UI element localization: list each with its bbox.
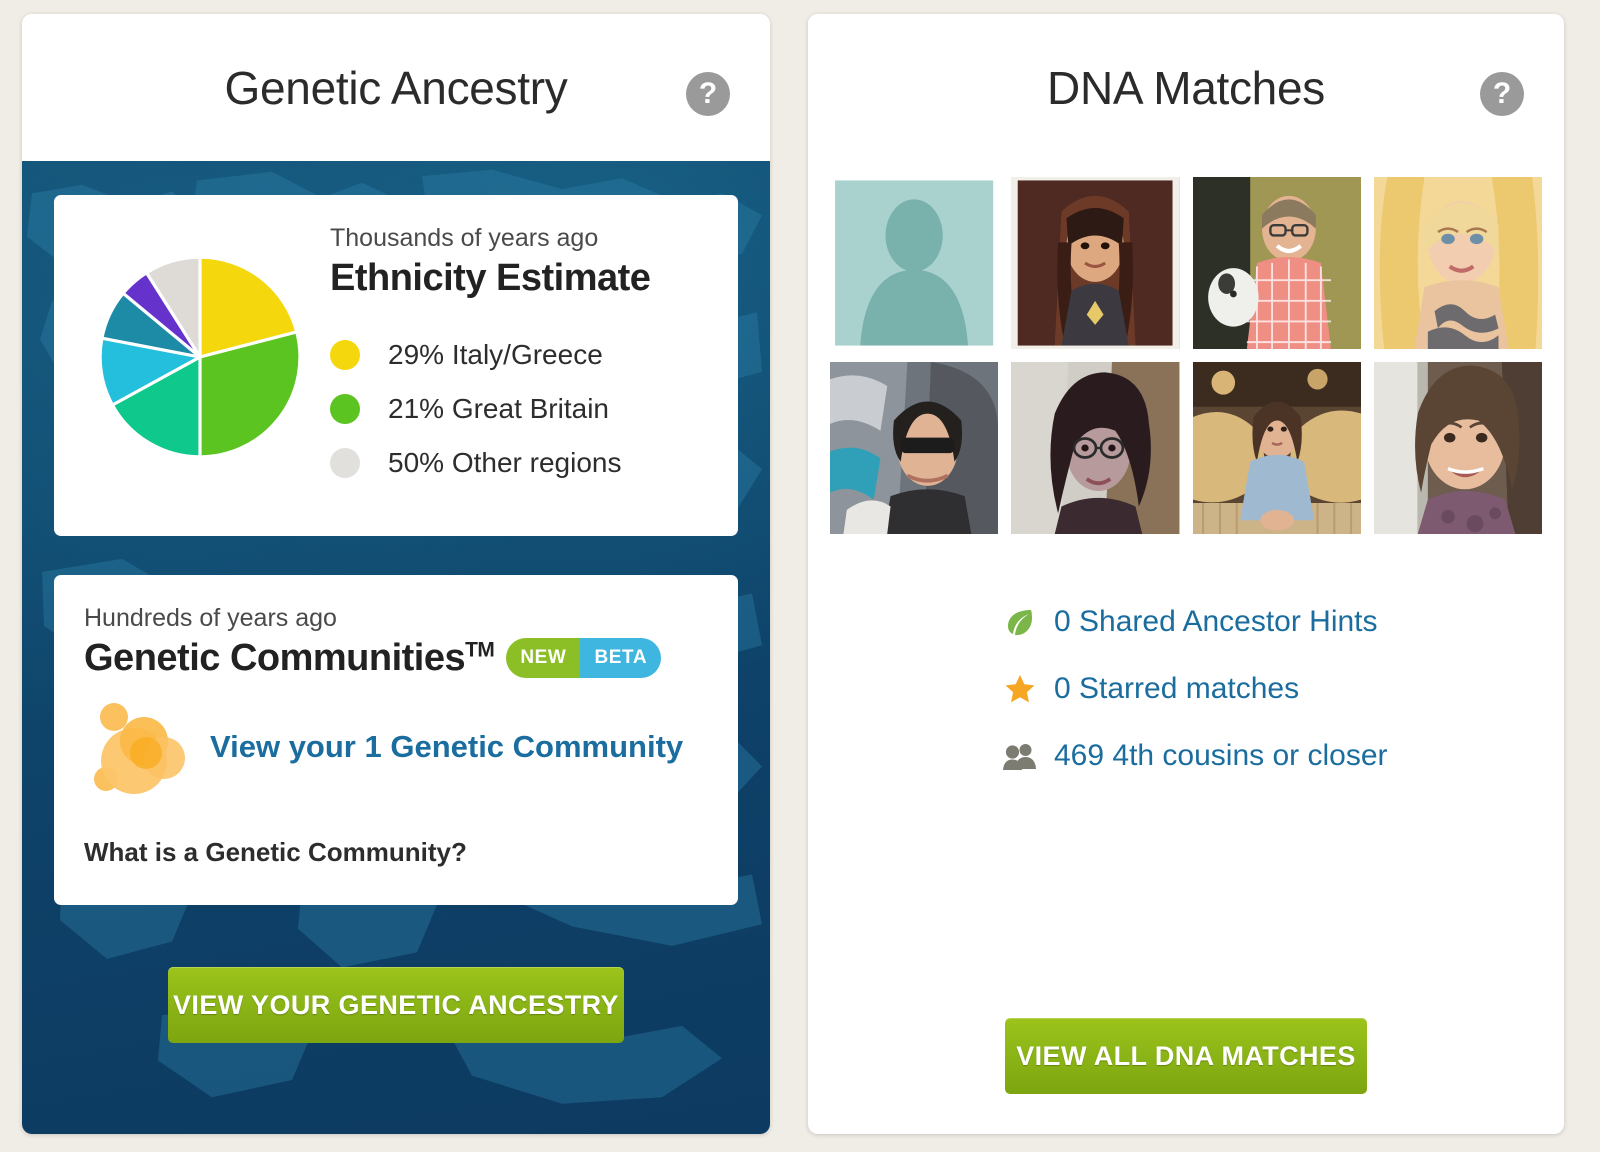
page-title: DNA Matches [1047, 61, 1325, 114]
match-thumbnail-icon [1192, 177, 1361, 349]
avatar-placeholder-icon [835, 180, 994, 346]
dashboard-root: Genetic Ancestry ? Thousands of years ag… [0, 0, 1600, 1152]
match-stats-list: 0 Shared Ancestor Hints 0 Starred matche… [1002, 588, 1542, 789]
view-genetic-community-link[interactable]: View your 1 Genetic Community [210, 731, 683, 762]
ethnicity-text-block: Thousands of years ago Ethnicity Estimat… [318, 221, 710, 490]
help-icon[interactable]: ? [686, 72, 730, 116]
status-badge: NEW BETA [506, 638, 662, 679]
match-photo-placeholder[interactable] [830, 177, 999, 349]
ancestry-map-background: Thousands of years ago Ethnicity Estimat… [22, 161, 770, 1134]
legend-swatch-icon [330, 448, 360, 479]
stat-shared-ancestor-hints[interactable]: 0 Shared Ancestor Hints [1002, 588, 1542, 655]
match-thumbnail-icon [1011, 177, 1180, 349]
communities-heading-text: Genetic Communities [84, 636, 466, 679]
genetic-communities-card: Hundreds of years ago Genetic Communitie… [54, 575, 738, 905]
match-thumbnail-icon [1011, 362, 1180, 534]
match-photo-4[interactable] [1373, 177, 1542, 349]
legend-item[interactable]: 29% Italy/Greece [330, 328, 710, 382]
ethnicity-eyebrow: Thousands of years ago [330, 224, 599, 252]
what-is-genetic-community-link[interactable]: What is a Genetic Community? [84, 837, 708, 868]
badge-beta-label: BETA [580, 638, 662, 679]
badge-new-label: NEW [506, 638, 581, 679]
legend-item[interactable]: 21% Great Britain [330, 382, 710, 436]
communities-link-row: View your 1 Genetic Community [84, 691, 708, 801]
match-photo-8[interactable] [1373, 362, 1542, 534]
legend-label: 29% Italy/Greece [388, 339, 603, 371]
stat-label: 0 Shared Ancestor Hints [1054, 604, 1378, 638]
page-title: Genetic Ancestry [224, 61, 568, 114]
match-thumbnail-icon [1373, 177, 1542, 349]
help-icon[interactable]: ? [1480, 72, 1524, 116]
communities-eyebrow: Hundreds of years ago [84, 604, 337, 632]
people-icon [1002, 738, 1038, 774]
stat-label: 0 Starred matches [1054, 671, 1300, 705]
legend-label: 21% Great Britain [388, 393, 609, 425]
trademark-symbol: TM [465, 637, 495, 661]
matches-panel-header: DNA Matches ? [808, 14, 1564, 161]
legend-item[interactable]: 50% Other regions [330, 436, 710, 490]
stat-label: 469 4th cousins or closer [1054, 738, 1388, 772]
ethnicity-heading: Ethnicity Estimate [330, 256, 651, 299]
communities-title-row: Genetic CommunitiesTM NEW BETA [84, 636, 708, 680]
community-bubbles-icon [94, 703, 185, 795]
match-photo-5[interactable] [830, 362, 999, 534]
matches-body: 0 Shared Ancestor Hints 0 Starred matche… [808, 161, 1564, 1134]
match-thumbnail-icon [830, 362, 999, 534]
match-photo-3[interactable] [1192, 177, 1361, 349]
match-photo-2[interactable] [1011, 177, 1180, 349]
star-icon [1002, 671, 1038, 707]
legend-label: 50% Other regions [388, 447, 622, 479]
match-photo-6[interactable] [1011, 362, 1180, 534]
ethnicity-legend: 29% Italy/Greece 21% Great Britain 50% O… [330, 328, 710, 490]
match-thumbnail-icon [1373, 362, 1542, 534]
ancestry-panel-header: Genetic Ancestry ? [22, 14, 770, 161]
view-all-dna-matches-button[interactable]: VIEW ALL DNA MATCHES [1005, 1018, 1367, 1094]
ethnicity-pie-chart [98, 255, 302, 459]
match-thumbnail-icon [1192, 362, 1361, 534]
genetic-ancestry-panel: Genetic Ancestry ? Thousands of years ag… [22, 14, 770, 1134]
legend-swatch-icon [330, 394, 360, 425]
ethnicity-estimate-card: Thousands of years ago Ethnicity Estimat… [54, 195, 738, 536]
pie-chart-container [82, 221, 318, 461]
communities-heading: Genetic CommunitiesTM [84, 636, 495, 680]
match-photo-7[interactable] [1192, 362, 1361, 534]
stat-4th-cousins[interactable]: 469 4th cousins or closer [1002, 722, 1542, 789]
match-photo-grid [830, 177, 1542, 534]
leaf-icon [1002, 604, 1038, 640]
flex-spacer [830, 789, 1542, 1018]
stat-starred-matches[interactable]: 0 Starred matches [1002, 655, 1542, 722]
legend-swatch-icon [330, 340, 360, 371]
dna-matches-panel: DNA Matches ? 0 Shared Ancestor Hints 0 … [808, 14, 1564, 1134]
view-genetic-ancestry-button[interactable]: VIEW YOUR GENETIC ANCESTRY [168, 967, 624, 1043]
